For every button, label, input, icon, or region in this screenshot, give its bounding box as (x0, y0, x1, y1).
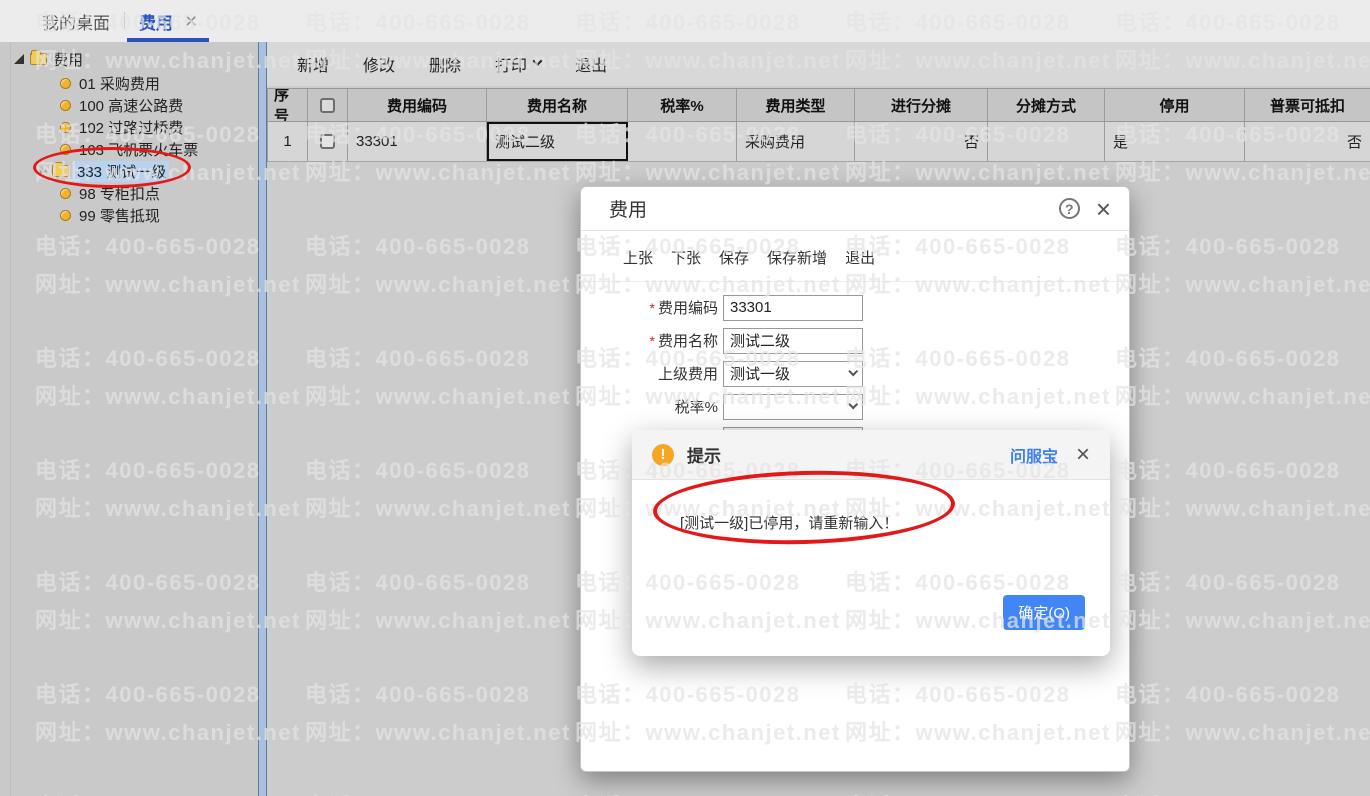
cell-select (308, 122, 348, 161)
close-tab-icon[interactable]: × (185, 11, 197, 32)
header-share-method: 分摊方式 (988, 89, 1105, 121)
cell-type[interactable]: 采购费用 (737, 122, 855, 161)
header-code: 费用编码 (348, 89, 487, 121)
table-header-row: 序号 费用编码 费用名称 税率% 费用类型 进行分摊 分摊方式 停用 普票可抵扣 (267, 88, 1370, 122)
add-button[interactable]: 新增 (297, 52, 329, 76)
cell-share[interactable]: 否 (855, 122, 988, 161)
delete-button[interactable]: 删除 (429, 52, 461, 76)
exit-button[interactable]: 退出 (575, 52, 607, 76)
tree-item-label: 01 采购费用 (79, 75, 160, 93)
form-row-name: * 费用名称 (581, 324, 1129, 357)
tree-item-label: 100 高速公路费 (79, 97, 184, 115)
folder-open-icon (30, 50, 47, 65)
form-row-code: * 费用编码 (581, 291, 1129, 324)
dialog-toolbar: 上张 下张 保存 保存新增 退出 (581, 247, 1129, 282)
row-checkbox[interactable] (320, 134, 335, 149)
ok-button[interactable]: 确定(O) (1003, 595, 1085, 630)
cell-name-focused[interactable]: 测试二级 (487, 122, 628, 161)
warning-icon: ! (652, 443, 674, 466)
caret-expanded-icon[interactable] (14, 54, 24, 64)
tree-item-100[interactable]: 100 高速公路费 (0, 94, 258, 116)
annotation-ellipse-tree-item (33, 147, 191, 188)
parent-select[interactable]: 测试一级 (723, 360, 863, 387)
tax-select[interactable] (723, 393, 863, 420)
ask-service-link[interactable]: 问服宝 (1010, 443, 1058, 467)
edit-button[interactable]: 修改 (363, 52, 395, 76)
required-mark: * (649, 333, 655, 349)
cell-seq[interactable]: 1 (267, 122, 308, 161)
chevron-down-icon (532, 55, 543, 66)
header-type: 费用类型 (737, 89, 855, 121)
tree-item-label: 102 过路过桥费 (79, 119, 184, 137)
alert-title: 提示 (687, 447, 721, 466)
panel-splitter[interactable] (258, 42, 267, 796)
table-row[interactable]: 1 33301 测试二级 采购费用 否 是 否 (267, 122, 1370, 162)
dialog-exit-button[interactable]: 退出 (845, 247, 875, 268)
header-name: 费用名称 (487, 89, 628, 121)
tree-root-label: 费用 (53, 51, 84, 69)
header-stopped: 停用 (1105, 89, 1245, 121)
header-deductible: 普票可抵扣 (1269, 97, 1345, 115)
header-tax: 税率% (628, 89, 737, 121)
tab-bar: 我的桌面 费用 × (0, 0, 1370, 42)
save-button[interactable]: 保存 (719, 247, 749, 268)
bullet-icon (60, 121, 71, 133)
bullet-icon (60, 209, 71, 221)
chevron-down-icon (848, 366, 859, 377)
list-toolbar: 新增 修改 删除 打印 退出 (267, 42, 1370, 86)
select-all-checkbox[interactable] (320, 97, 335, 113)
bullet-icon (60, 77, 71, 89)
close-dialog-icon[interactable]: × (1096, 196, 1111, 222)
chevron-down-icon (848, 399, 859, 410)
cell-tax[interactable] (628, 122, 737, 161)
form-row-parent: 上级费用 测试一级 (581, 357, 1129, 390)
header-seq: 序号 (267, 89, 308, 121)
print-label: 打印 (495, 58, 528, 75)
bullet-icon (60, 99, 71, 111)
tax-label: 税率% (674, 399, 718, 416)
next-record-button[interactable]: 下张 (671, 247, 701, 268)
tree-item-102[interactable]: 102 过路过桥费 (0, 116, 258, 138)
cell-deductible[interactable]: 否 (1245, 122, 1370, 161)
cell-code[interactable]: 33301 (348, 122, 487, 161)
bullet-icon (60, 187, 71, 199)
code-field[interactable] (723, 294, 863, 321)
tree-item-99[interactable]: 99 零售抵现 (0, 204, 258, 226)
parent-label: 上级费用 (657, 366, 718, 383)
dialog-header: 费用 ? × (581, 187, 1129, 231)
tab-label: 费用 (139, 13, 173, 33)
dialog-title: 费用 (609, 200, 648, 221)
save-new-button[interactable]: 保存新增 (767, 247, 827, 268)
tree-root-expense[interactable]: 费用 (0, 46, 258, 72)
tab-expense[interactable]: 费用 × (125, 0, 211, 42)
prev-record-button[interactable]: 上张 (623, 247, 653, 268)
parent-select-value: 测试一级 (730, 366, 791, 383)
tab-label: 我的桌面 (42, 13, 110, 33)
required-mark: * (649, 300, 655, 316)
name-label: * 费用名称 (649, 333, 718, 350)
print-button[interactable]: 打印 (495, 52, 543, 76)
help-icon[interactable]: ? (1058, 198, 1080, 219)
code-label: * 费用编码 (649, 300, 718, 317)
cell-stopped[interactable]: 是 (1105, 122, 1245, 161)
tree-item-label: 99 零售抵现 (79, 207, 160, 225)
name-field[interactable] (723, 327, 863, 354)
tree-item-01[interactable]: 01 采购费用 (0, 72, 258, 94)
header-share: 进行分摊 (855, 89, 988, 121)
header-select (308, 89, 348, 121)
form-row-tax: 税率% (581, 390, 1129, 423)
cell-share-method[interactable] (988, 122, 1105, 161)
alert-dialog: ! 提示 问服宝 × [测试一级]已停用，请重新输入！ 确定(O) (632, 430, 1110, 656)
tab-my-desktop[interactable]: 我的桌面 (28, 0, 124, 42)
close-alert-icon[interactable]: × (1076, 442, 1090, 467)
expense-table: 序号 费用编码 费用名称 税率% 费用类型 进行分摊 分摊方式 停用 普票可抵扣… (267, 88, 1370, 162)
